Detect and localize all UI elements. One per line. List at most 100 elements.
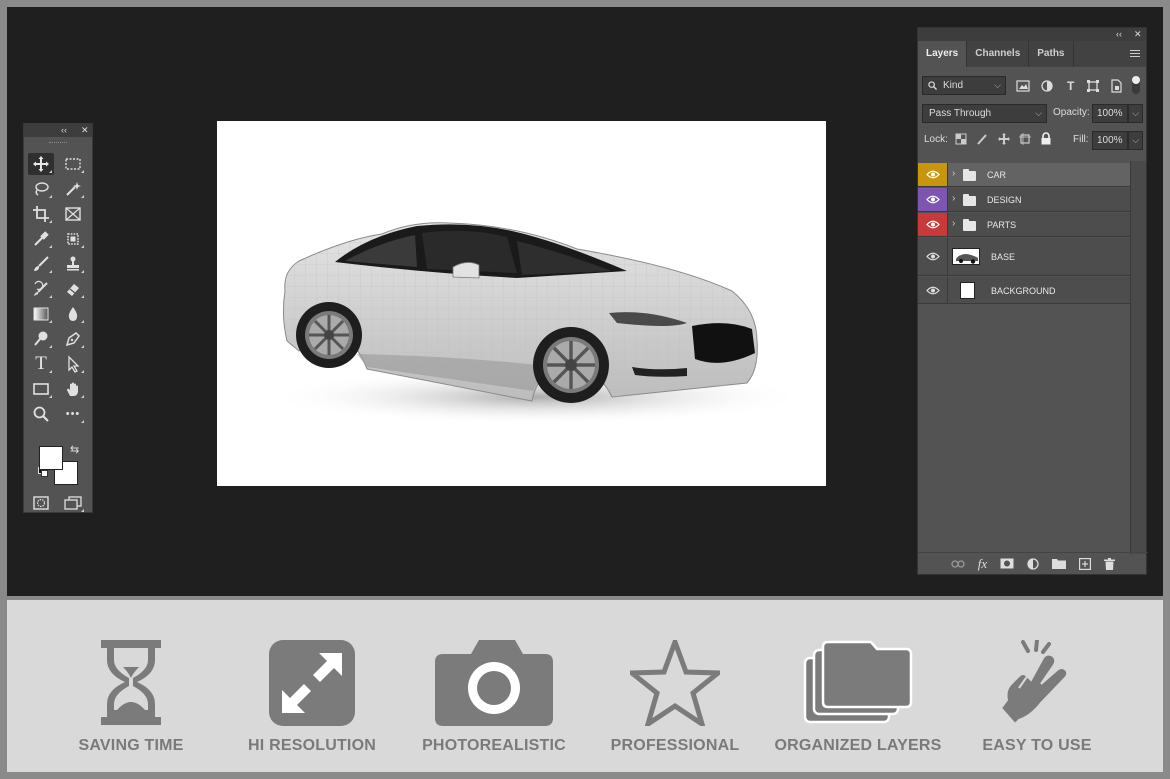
frame-tool-icon[interactable] [60, 203, 86, 225]
document-canvas[interactable] [217, 121, 826, 486]
lock-position-icon[interactable] [998, 133, 1010, 145]
more-tools-icon[interactable]: ••• [60, 403, 86, 425]
layer-row-design[interactable]: › DESIGN [918, 188, 1131, 212]
layer-row-car[interactable]: › CAR [918, 163, 1131, 187]
feature-label: HI RESOLUTION [248, 737, 376, 754]
layer-thumbnail [952, 248, 980, 265]
opacity-dropdown[interactable]: ⌵ [1128, 104, 1143, 123]
fx-icon[interactable]: fx [978, 556, 987, 572]
smart-object-filter-icon[interactable] [1109, 79, 1123, 93]
opacity-input[interactable]: 100% [1092, 104, 1128, 123]
adjustment-icon[interactable] [1027, 557, 1039, 570]
lasso-tool-icon[interactable] [28, 178, 54, 200]
close-icon[interactable]: ✕ [81, 124, 89, 137]
search-icon [928, 81, 937, 90]
link-icon[interactable] [951, 559, 965, 569]
layer-name: BASE [991, 252, 1016, 262]
tools-panel-titlebar[interactable]: ‹‹ ✕ [24, 124, 92, 137]
type-glyph: T [35, 353, 47, 374]
pen-tool-icon[interactable] [60, 328, 86, 350]
patch-tool-icon[interactable] [60, 228, 86, 250]
lock-pixels-icon[interactable] [976, 133, 988, 145]
expand-chevron-icon[interactable]: › [952, 193, 955, 204]
tab-paths[interactable]: Paths [1029, 41, 1074, 67]
tools-panel: ‹‹ ✕ T ••• ⇆ [23, 123, 93, 513]
stamp-tool-icon[interactable] [60, 253, 86, 275]
type-tool-icon[interactable]: T [28, 353, 54, 375]
crop-tool-icon[interactable] [28, 203, 54, 225]
layer-row-parts[interactable]: › PARTS [918, 213, 1131, 237]
blur-tool-icon[interactable] [60, 303, 86, 325]
move-tool-icon[interactable] [28, 153, 54, 175]
magic-wand-tool-icon[interactable] [60, 178, 86, 200]
fill-dropdown[interactable]: ⌵ [1128, 131, 1143, 150]
panel-menu-icon[interactable] [1130, 50, 1140, 59]
rectangle-tool-icon[interactable] [28, 378, 54, 400]
close-icon[interactable]: ✕ [1134, 28, 1142, 41]
eraser-tool-icon[interactable] [60, 278, 86, 300]
fill-label: Fill: [1073, 134, 1089, 145]
layer-name: BACKGROUND [991, 286, 1056, 296]
layers-scrollbar[interactable] [1130, 161, 1146, 554]
opacity-value: 100% [1097, 108, 1123, 119]
lock-all-icon[interactable] [1040, 132, 1052, 145]
photoshop-workspace: ‹‹ ✕ T ••• ⇆ ‹‹ ✕ Layers Channels Paths … [7, 7, 1163, 596]
visibility-eye-icon[interactable] [918, 188, 948, 211]
new-layer-icon[interactable] [1079, 557, 1092, 570]
feature-organized-layers: ORGANIZED LAYERS [767, 600, 949, 772]
fill-value: 100% [1097, 135, 1123, 146]
layer-name: CAR [987, 170, 1007, 180]
lock-label: Lock: [924, 134, 948, 145]
history-brush-tool-icon[interactable] [28, 278, 54, 300]
path-selection-tool-icon[interactable] [60, 353, 86, 375]
tab-layers[interactable]: Layers [918, 41, 968, 67]
lock-transparent-icon[interactable] [955, 133, 967, 145]
foreground-color-swatch[interactable] [39, 446, 63, 470]
pixel-filter-icon[interactable] [1016, 79, 1030, 93]
type-filter-icon[interactable]: T [1067, 79, 1074, 93]
lock-artboard-icon[interactable] [1019, 133, 1031, 145]
mask-icon[interactable] [1000, 558, 1014, 569]
filter-toggle[interactable] [1132, 76, 1140, 94]
feature-label: ORGANIZED LAYERS [774, 737, 942, 754]
quick-mask-icon[interactable] [28, 492, 54, 514]
hand-tool-icon[interactable] [60, 378, 86, 400]
collapse-icon[interactable]: ‹‹ [61, 124, 67, 137]
zoom-tool-icon[interactable] [28, 403, 54, 425]
feature-easy-to-use: EASY TO USE [947, 600, 1127, 772]
panel-tabs: Layers Channels Paths [918, 41, 1146, 67]
visibility-eye-icon[interactable] [918, 213, 948, 236]
layer-name: PARTS [987, 220, 1017, 230]
layers-panel-titlebar[interactable]: ‹‹ ✕ [918, 28, 1146, 41]
collapse-icon[interactable]: ‹‹ [1116, 28, 1122, 41]
layer-row-background[interactable]: BACKGROUND [918, 277, 1131, 304]
visibility-eye-icon[interactable] [918, 238, 948, 275]
star-icon [630, 640, 720, 726]
gradient-tool-icon[interactable] [28, 303, 54, 325]
expand-chevron-icon[interactable]: › [952, 168, 955, 179]
brush-tool-icon[interactable] [28, 253, 54, 275]
adjustment-filter-icon[interactable] [1040, 79, 1054, 93]
feature-label: PROFESSIONAL [610, 737, 740, 754]
shape-filter-icon[interactable] [1086, 79, 1100, 93]
dodge-tool-icon[interactable] [28, 328, 54, 350]
folders-icon [803, 640, 913, 724]
filter-kind-select[interactable]: Kind ⌵ [922, 76, 1006, 95]
panel-grip[interactable] [24, 137, 92, 148]
blend-mode-value: Pass Through [929, 108, 992, 119]
expand-chevron-icon[interactable]: › [952, 218, 955, 229]
marquee-tool-icon[interactable] [60, 153, 86, 175]
hourglass-icon [101, 640, 161, 725]
visibility-eye-icon[interactable] [918, 163, 948, 186]
blend-mode-select[interactable]: Pass Through ⌵ [922, 104, 1047, 123]
eyedropper-tool-icon[interactable] [28, 228, 54, 250]
visibility-eye-icon[interactable] [918, 277, 948, 303]
trash-icon[interactable] [1104, 557, 1116, 570]
screen-mode-icon[interactable] [60, 492, 86, 514]
tap-hand-icon [999, 640, 1069, 726]
folder-icon[interactable] [1052, 558, 1067, 569]
tab-channels[interactable]: Channels [967, 41, 1030, 67]
swap-colors-icon[interactable]: ⇆ [70, 443, 79, 456]
layer-row-base[interactable]: BASE [918, 238, 1131, 276]
fill-input[interactable]: 100% [1092, 131, 1128, 150]
